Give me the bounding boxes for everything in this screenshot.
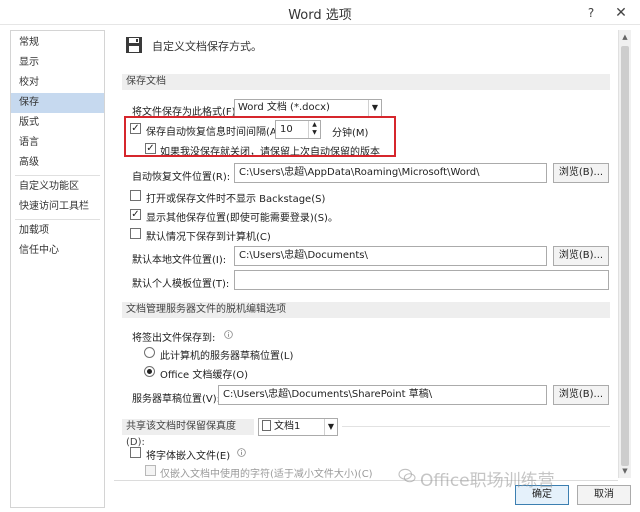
minutes-label: 分钟(M) [332,128,369,139]
autorecover-label: 保存自动恢复信息时间间隔(A) [146,127,281,138]
save-to-computer-checkbox[interactable] [130,228,141,239]
scroll-down-icon[interactable]: ▼ [619,464,631,478]
chevron-down-icon: ▼ [368,100,381,116]
word-document-icon [262,420,271,431]
show-additional-places-checkbox[interactable]: ✓ [130,209,141,220]
save-checkout-label: 将签出文件保存到: [132,333,216,344]
embed-fonts-label: 将字体嵌入文件(E) [146,451,231,462]
autorecover-checkbox[interactable]: ✓ [130,123,141,134]
watermark-text: Office职场训练营 [420,471,555,491]
keep-last-version-label: 如果我没保存就关闭，请保留上次自动保留的版本 [160,147,380,158]
show-additional-places-label: 显示其他保存位置(即使可能需要登录)(S)。 [146,213,338,224]
drafts-location-input[interactable]: C:\Users\忠超\Documents\SharePoint 草稿\ [218,385,547,405]
cancel-button[interactable]: 取消 [577,485,631,505]
office-cache-radio[interactable] [144,366,155,377]
section-offline-editing: 文档管理服务器文件的脱机编辑选项 [122,302,610,318]
info-icon [224,330,233,339]
embed-used-only-checkbox[interactable] [145,465,156,476]
section-divider [342,426,610,427]
spinner-arrows-icon[interactable]: ▲ ▼ [308,121,320,138]
info-icon [237,448,246,457]
no-backstage-label: 打开或保存文件时不显示 Backstage(S) [146,194,326,205]
scroll-up-icon[interactable]: ▲ [619,30,631,44]
wechat-logo-icon [398,468,416,483]
autorecover-location-label: 自动恢复文件位置(R): [132,172,231,183]
browse-drafts-button[interactable]: 浏览(B)... [553,385,609,405]
autorecover-minutes-spinner[interactable]: 10 ▲ ▼ [275,120,321,139]
office-cache-label: Office 文档缓存(O) [160,370,249,381]
embed-used-only-label: 仅嵌入文档中使用的字符(适于减小文件大小)(C) [160,469,373,480]
server-drafts-radio[interactable] [144,347,155,358]
local-location-input[interactable]: C:\Users\忠超\Documents\ [234,246,547,266]
scroll-thumb[interactable] [621,46,629,466]
save-options-panel: 自定义文档保存方式。 保存文档 将文件保存为此格式(F): Word 文档 (*… [0,0,640,512]
template-location-input[interactable] [234,270,609,290]
template-location-label: 默认个人模板位置(T): [132,279,230,290]
fidelity-document-select[interactable]: 文档1 ▼ [258,418,338,436]
save-settings-icon [126,37,142,53]
drafts-location-label: 服务器草稿位置(V): [132,394,221,405]
server-drafts-label: 此计算机的服务器草稿位置(L) [160,351,294,362]
save-format-label: 将文件保存为此格式(F): [132,107,239,118]
header-text: 自定义文档保存方式。 [152,40,262,53]
autorecover-location-input[interactable]: C:\Users\忠超\AppData\Roaming\Microsoft\Wo… [234,163,547,183]
save-to-computer-label: 默认情况下保存到计算机(C) [146,232,271,243]
browse-local-button[interactable]: 浏览(B)... [553,246,609,266]
section-save-documents: 保存文档 [122,74,610,90]
embed-fonts-checkbox[interactable] [130,447,141,458]
local-location-label: 默认本地文件位置(I): [132,255,227,266]
options-scrollbar[interactable]: ▲ ▼ [618,30,631,478]
browse-autorecover-button[interactable]: 浏览(B)... [553,163,609,183]
save-format-value: Word 文档 (*.docx) [238,102,330,113]
fidelity-document-value: 文档1 [274,421,301,432]
section-fidelity: 共享该文档时保留保真度(D): [122,419,254,448]
chevron-down-icon: ▼ [324,419,337,435]
no-backstage-checkbox[interactable] [130,190,141,201]
autorecover-minutes-value: 10 [280,124,293,135]
keep-last-version-checkbox[interactable]: ✓ [145,143,156,154]
save-format-select[interactable]: Word 文档 (*.docx) ▼ [234,99,382,117]
